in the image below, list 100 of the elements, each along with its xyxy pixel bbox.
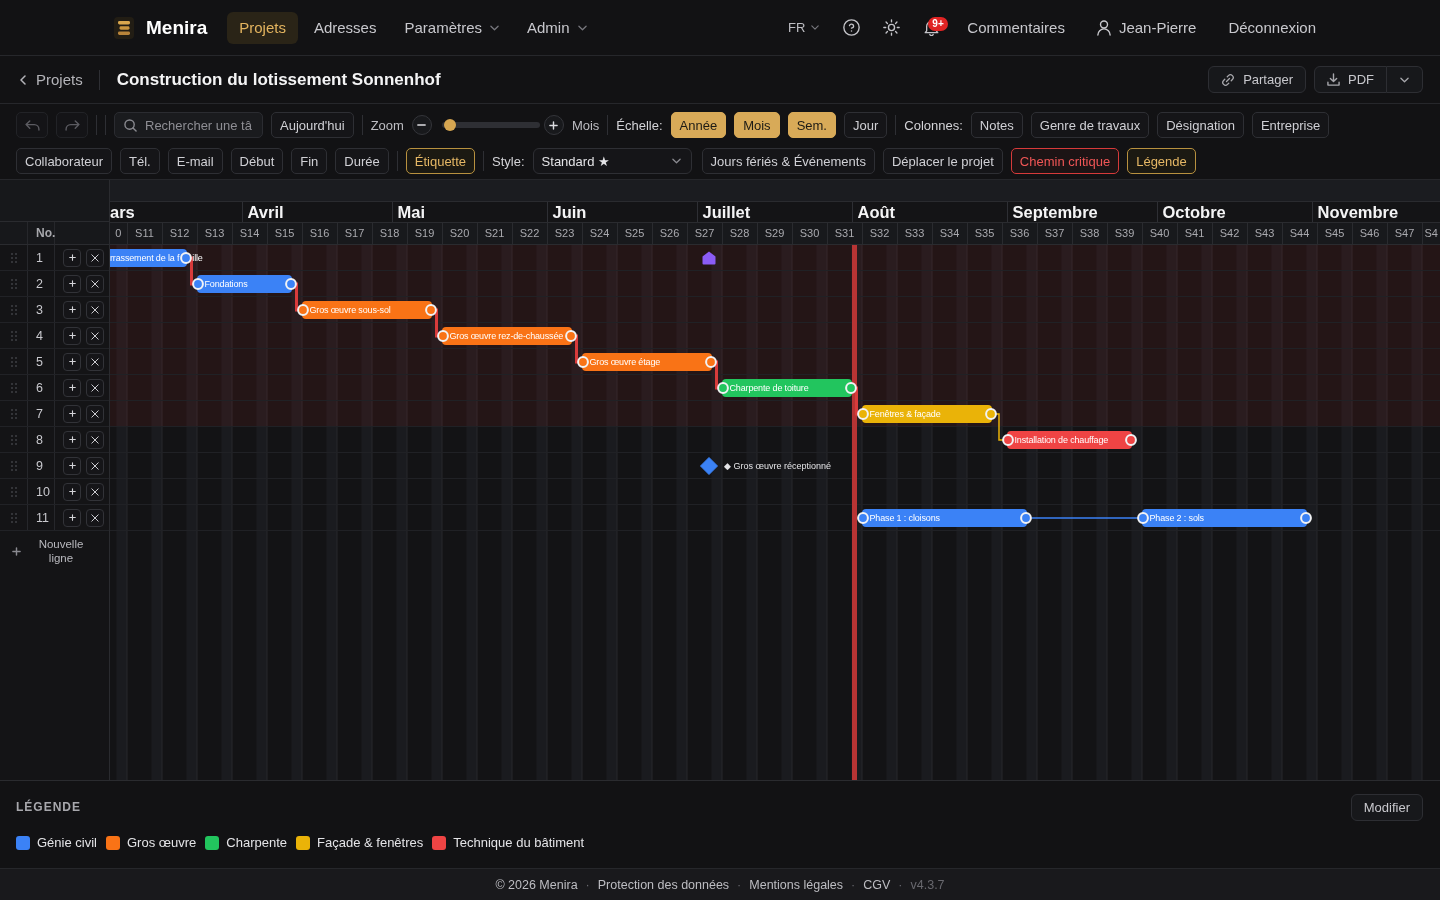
delete-row-button[interactable] (86, 248, 104, 267)
delete-row-button[interactable] (86, 404, 104, 423)
user-menu-button[interactable]: Jean-Pierre (1084, 11, 1209, 44)
today-button[interactable]: Aujourd'hui (271, 112, 354, 138)
delete-row-button[interactable] (86, 352, 104, 371)
nav-tab[interactable]: Admin (515, 11, 599, 44)
zoom-in-button[interactable] (543, 115, 564, 135)
add-row-button[interactable] (63, 274, 81, 293)
ring-handle-icon[interactable] (192, 278, 204, 290)
add-row-button[interactable] (63, 300, 81, 319)
task-bar[interactable]: Fondations (196, 275, 292, 293)
drag-handle-icon[interactable] (10, 356, 17, 367)
nav-tab[interactable]: Adresses (301, 11, 389, 44)
language-button[interactable]: FR (780, 11, 828, 44)
column-toggle-button[interactable]: Entreprise (1251, 112, 1330, 138)
nav-tab[interactable]: Projets (227, 11, 298, 44)
column-toggle-button[interactable]: Notes (970, 112, 1023, 138)
drag-handle-icon[interactable] (10, 512, 17, 523)
add-row-button[interactable] (63, 352, 81, 371)
ring-handle-icon[interactable] (857, 512, 869, 524)
delete-row-button[interactable] (86, 508, 104, 527)
scale-option-button[interactable]: Mois (734, 112, 780, 138)
new-row-button[interactable]: Nouvelle ligne (0, 531, 109, 571)
footer-link[interactable]: CGV (863, 877, 891, 892)
nav-tab[interactable]: Paramètres (392, 11, 511, 44)
action-button[interactable]: Déplacer le projet (882, 148, 1003, 174)
add-row-button[interactable] (63, 404, 81, 423)
drag-handle-icon[interactable] (10, 460, 17, 471)
share-button[interactable]: Partager (1208, 66, 1306, 93)
ring-handle-icon[interactable] (1125, 434, 1137, 446)
ring-handle-icon[interactable] (565, 330, 577, 342)
field-toggle-button[interactable]: Collaborateur (16, 148, 113, 174)
drag-handle-icon[interactable] (10, 252, 17, 263)
add-row-button[interactable] (63, 248, 81, 267)
edit-button[interactable]: Modifier (1350, 793, 1423, 821)
ring-handle-icon[interactable] (285, 278, 297, 290)
zoom-out-button[interactable] (411, 115, 432, 135)
label-toggle-button[interactable]: Étiquette (405, 148, 476, 174)
search-field[interactable]: Rechercher une tâ (114, 112, 263, 138)
slider-thumb[interactable] (443, 119, 456, 131)
pentagon-marker-icon[interactable] (702, 251, 716, 265)
delete-row-button[interactable] (86, 482, 104, 501)
add-row-button[interactable] (63, 326, 81, 345)
back-link[interactable]: Projets (16, 65, 87, 94)
task-bar[interactable]: Phase 2 : sols (1141, 509, 1307, 527)
drag-handle-icon[interactable] (10, 382, 17, 393)
add-row-button[interactable] (63, 508, 81, 527)
ring-handle-icon[interactable] (180, 252, 192, 264)
logout-button[interactable]: Déconnexion (1216, 11, 1328, 44)
ring-handle-icon[interactable] (1137, 512, 1149, 524)
field-toggle-button[interactable]: Durée (335, 148, 389, 174)
style-select[interactable]: Standard ★ (532, 148, 692, 174)
delete-row-button[interactable] (86, 456, 104, 475)
delete-row-button[interactable] (86, 326, 104, 345)
field-toggle-button[interactable]: Fin (291, 148, 328, 174)
ring-handle-icon[interactable] (717, 382, 729, 394)
delete-row-button[interactable] (86, 274, 104, 293)
field-toggle-button[interactable]: Tél. (120, 148, 160, 174)
toggle-button[interactable]: Légende (1127, 148, 1196, 174)
task-bar[interactable]: rrassement de la f (110, 249, 187, 267)
ring-handle-icon[interactable] (1300, 512, 1312, 524)
field-toggle-button[interactable]: E-mail (167, 148, 223, 174)
ring-handle-icon[interactable] (297, 304, 309, 316)
footer-link[interactable]: Protection des données (597, 877, 730, 892)
add-row-button[interactable] (63, 456, 81, 475)
drag-handle-icon[interactable] (10, 486, 17, 497)
ring-handle-icon[interactable] (985, 408, 997, 420)
drag-handle-icon[interactable] (10, 278, 17, 289)
ring-handle-icon[interactable] (437, 330, 449, 342)
column-toggle-button[interactable]: Désignation (1157, 112, 1244, 138)
scale-option-button[interactable]: Sem. (787, 112, 836, 138)
comments-link[interactable]: Commentaires (955, 11, 1077, 44)
drag-handle-icon[interactable] (10, 330, 17, 341)
task-bar[interactable]: Installation de chauffage (1006, 431, 1132, 449)
add-row-button[interactable] (63, 430, 81, 449)
ring-handle-icon[interactable] (857, 408, 869, 420)
ring-handle-icon[interactable] (577, 356, 589, 368)
drag-handle-icon[interactable] (10, 304, 17, 315)
ring-handle-icon[interactable] (845, 382, 857, 394)
column-toggle-button[interactable]: Genre de travaux (1030, 112, 1150, 138)
field-toggle-button[interactable]: Début (230, 148, 284, 174)
diamond-icon[interactable] (700, 457, 718, 475)
ring-handle-icon[interactable] (705, 356, 717, 368)
scale-option-button[interactable]: Jour (843, 112, 888, 138)
delete-row-button[interactable] (86, 378, 104, 397)
task-bar[interactable]: Phase 1 : cloisons (861, 509, 1027, 527)
delete-row-button[interactable] (86, 430, 104, 449)
scale-option-button[interactable]: Année (670, 112, 727, 138)
delete-row-button[interactable] (86, 300, 104, 319)
add-row-button[interactable] (63, 482, 81, 501)
footer-link[interactable]: Mentions légales (749, 877, 844, 892)
ring-handle-icon[interactable] (1002, 434, 1014, 446)
ring-handle-icon[interactable] (1020, 512, 1032, 524)
pdf-button[interactable]: PDF (1314, 66, 1387, 93)
critical-path-button[interactable]: Chemin critique (1010, 148, 1120, 174)
add-row-button[interactable] (63, 378, 81, 397)
drag-handle-icon[interactable] (10, 434, 17, 445)
zoom-slider-track[interactable] (441, 122, 540, 128)
drag-handle-icon[interactable] (10, 408, 17, 419)
ring-handle-icon[interactable] (425, 304, 437, 316)
